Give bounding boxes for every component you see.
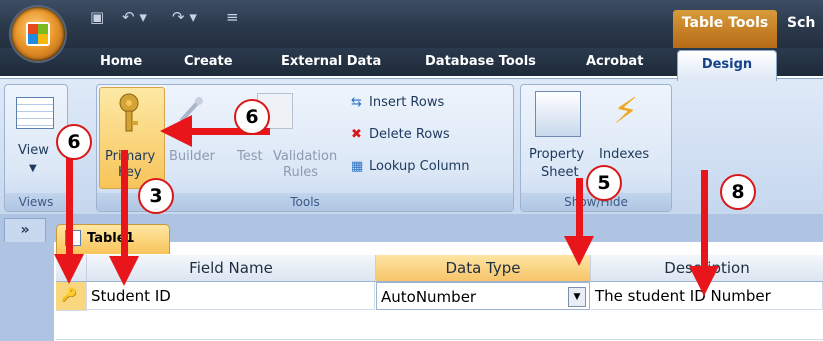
primary-key-row-icon: 🔑: [61, 288, 78, 303]
undo-icon[interactable]: ↶ ▾: [122, 8, 147, 26]
annotation-badge: 3: [138, 178, 174, 214]
property-sheet-label-1[interactable]: Property: [529, 147, 584, 162]
tab-create[interactable]: Create: [184, 54, 233, 69]
table-tools-label: Table Tools: [673, 10, 777, 48]
redo-icon[interactable]: ↷ ▾: [172, 8, 197, 26]
window-title: Sch: [787, 15, 816, 31]
field-name-cell[interactable]: Student ID: [87, 282, 375, 310]
office-button[interactable]: [11, 7, 65, 61]
navigation-pane: [0, 242, 54, 341]
delete-rows-button[interactable]: Delete Rows: [369, 127, 450, 142]
delete-rows-icon: ✖: [351, 127, 362, 142]
row-selector[interactable]: 🔑: [56, 282, 87, 311]
lookup-column-icon: ▦: [351, 159, 364, 174]
tab-home[interactable]: Home: [100, 54, 142, 69]
nav-pane-toggle[interactable]: »: [4, 218, 46, 244]
validation-label-2: Rules: [283, 165, 319, 180]
insert-rows-button[interactable]: Insert Rows: [369, 95, 444, 110]
validation-label-1[interactable]: Validation: [273, 149, 337, 164]
empty-row[interactable]: [56, 311, 823, 340]
data-type-header: Data Type: [376, 255, 591, 282]
tab-design[interactable]: Design: [677, 50, 777, 81]
tab-acrobat[interactable]: Acrobat: [586, 54, 643, 69]
lookup-column-button[interactable]: Lookup Column: [369, 159, 469, 174]
office-logo-icon: [26, 22, 50, 46]
view-button[interactable]: View: [18, 143, 49, 158]
property-sheet-label-2: Sheet: [541, 165, 579, 180]
document-tab[interactable]: Table1: [56, 224, 170, 255]
data-type-value: AutoNumber: [381, 288, 477, 306]
chevron-down-icon[interactable]: ▼: [29, 163, 37, 174]
indexes-button[interactable]: Indexes: [599, 147, 649, 162]
data-type-cell[interactable]: AutoNumber ▼: [376, 282, 590, 310]
annotation-badge: 5: [586, 165, 622, 201]
property-sheet-icon[interactable]: [535, 91, 581, 137]
dropdown-arrow-icon[interactable]: ▼: [568, 287, 586, 307]
indexes-icon[interactable]: ⚡: [613, 91, 638, 132]
tab-database-tools[interactable]: Database Tools: [425, 54, 536, 69]
tab-external-data[interactable]: External Data: [281, 54, 381, 69]
annotation-badge: 8: [720, 174, 756, 210]
view-icon[interactable]: [16, 97, 54, 129]
key-icon: [115, 93, 143, 133]
customize-toolbar-icon[interactable]: ≡: [226, 8, 239, 26]
primary-key-label-1: Primary: [105, 149, 156, 164]
builder-button[interactable]: Builder: [169, 149, 215, 164]
annotation-badge: 6: [234, 99, 270, 135]
views-group-label: Views: [5, 193, 67, 211]
save-icon[interactable]: ▣: [90, 8, 104, 26]
test-button[interactable]: Test: [237, 149, 263, 164]
insert-rows-icon: ⇆: [351, 95, 362, 110]
annotation-badge: 6: [56, 124, 92, 160]
